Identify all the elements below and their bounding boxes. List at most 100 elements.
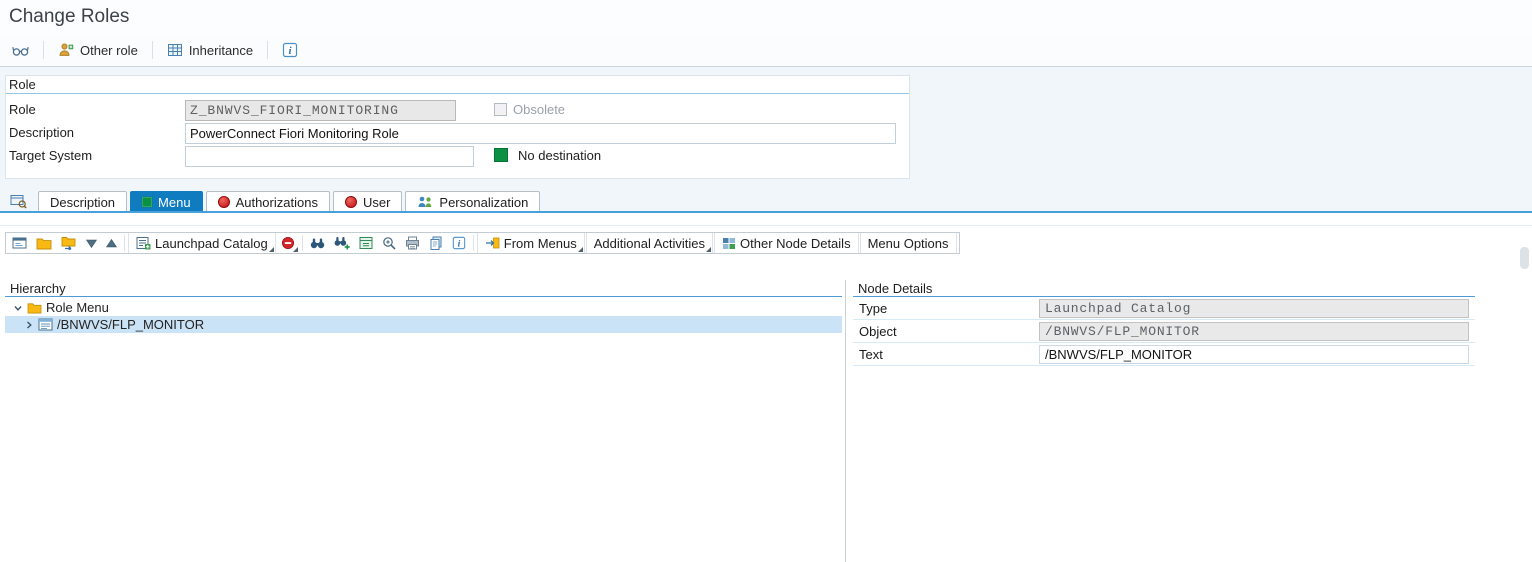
- node-info-button[interactable]: i: [448, 233, 470, 253]
- hierarchy-panel: Hierarchy Role Menu: [5, 280, 842, 562]
- node-detail-row-object: Object: [853, 320, 1475, 343]
- additional-activities-label: Additional Activities: [594, 236, 705, 251]
- tab-strip: Description Menu Authorizations User Per…: [5, 190, 540, 212]
- launchpad-catalog-button[interactable]: Launchpad Catalog: [128, 233, 276, 253]
- display-change-toggle-button[interactable]: [6, 37, 35, 63]
- role-menu-tree: Role Menu /BNWVS/FLP_MONITOR: [5, 297, 842, 333]
- print-icon: [405, 236, 420, 250]
- tree-node-label: Role Menu: [46, 300, 109, 315]
- tree-node-role-menu[interactable]: Role Menu: [5, 299, 842, 316]
- copy-icon: [429, 236, 443, 250]
- overview-tab-button[interactable]: [5, 191, 31, 212]
- catalog-plus-icon: [136, 236, 151, 250]
- copy-button[interactable]: [425, 233, 447, 253]
- move-node-up-icon: [106, 239, 117, 248]
- toolbar-separator: [152, 41, 153, 59]
- people-icon: [417, 195, 433, 209]
- zoom-in-button[interactable]: [378, 233, 400, 253]
- hierarchy-panel-header: Hierarchy: [5, 280, 842, 297]
- expand-all-icon: [359, 236, 373, 250]
- description-row: Description: [6, 122, 909, 144]
- expand-all-button[interactable]: [355, 233, 377, 253]
- title-bar: Change Roles: [0, 0, 1532, 34]
- toolbar-separator: [302, 235, 303, 251]
- print-button[interactable]: [401, 233, 424, 253]
- grid-icon: [722, 237, 736, 250]
- vertical-scrollbar-thumb[interactable]: [1520, 247, 1529, 269]
- role-row: Role Obsolete: [6, 99, 909, 121]
- role-field-label: Role: [9, 102, 36, 117]
- page-title: Change Roles: [9, 6, 129, 28]
- create-folder-button[interactable]: [32, 233, 56, 253]
- description-field-label: Description: [9, 125, 74, 140]
- other-node-details-button[interactable]: Other Node Details: [714, 233, 859, 253]
- find-button[interactable]: [306, 233, 329, 253]
- move-node-up-button[interactable]: [102, 233, 121, 253]
- red-status-icon: [218, 196, 230, 208]
- type-label: Type: [853, 301, 1039, 316]
- no-destination-status-icon: [494, 148, 508, 162]
- display-documentation-icon: [10, 194, 27, 209]
- object-input[interactable]: [1039, 322, 1469, 341]
- launchpad-catalog-label: Launchpad Catalog: [155, 236, 268, 251]
- chevron-right-icon[interactable]: [24, 320, 34, 330]
- toolbar-separator: [267, 41, 268, 59]
- other-role-label: Other role: [80, 43, 138, 58]
- role-input[interactable]: [185, 100, 456, 121]
- move-node-down-button[interactable]: [82, 233, 101, 253]
- inheritance-label: Inheritance: [189, 43, 253, 58]
- obsolete-label: Obsolete: [513, 102, 565, 117]
- tab-underline: [0, 211, 1532, 213]
- description-input[interactable]: [185, 123, 896, 144]
- other-node-details-label: Other Node Details: [740, 236, 851, 251]
- insert-folder-button[interactable]: [57, 233, 81, 253]
- find-next-button[interactable]: [330, 233, 354, 253]
- information-button[interactable]: i: [276, 37, 304, 63]
- tab-personalization[interactable]: Personalization: [405, 191, 540, 212]
- obsolete-checkbox[interactable]: [494, 103, 507, 116]
- text-label: Text: [853, 347, 1039, 362]
- target-system-field-label: Target System: [9, 148, 92, 163]
- menu-options-button[interactable]: Menu Options: [860, 233, 957, 253]
- toolbar-separator: [43, 41, 44, 59]
- text-input[interactable]: [1039, 345, 1469, 364]
- toolbar-separator: [473, 235, 474, 251]
- menu-tab-toolbar: Launchpad Catalog: [5, 232, 960, 254]
- tab-authorizations-label: Authorizations: [236, 195, 318, 210]
- other-role-button[interactable]: Other role: [52, 37, 144, 63]
- find-next-icon: [334, 236, 350, 250]
- chevron-down-icon[interactable]: [13, 303, 23, 313]
- svg-text:i: i: [457, 239, 460, 250]
- info-icon: i: [452, 236, 466, 250]
- panel-splitter[interactable]: [845, 280, 846, 562]
- tab-personalization-label: Personalization: [439, 195, 528, 210]
- additional-activities-button[interactable]: Additional Activities: [586, 233, 713, 253]
- no-destination-label: No destination: [518, 148, 601, 163]
- tree-node-label: /BNWVS/FLP_MONITOR: [57, 317, 204, 332]
- tab-description[interactable]: Description: [38, 191, 127, 212]
- delete-node-icon: [281, 236, 295, 250]
- green-status-icon: [142, 197, 152, 207]
- inheritance-icon: [167, 42, 183, 58]
- inheritance-button[interactable]: Inheritance: [161, 37, 259, 63]
- delete-node-button[interactable]: [277, 233, 299, 253]
- from-menus-label: From Menus: [504, 236, 577, 251]
- type-input[interactable]: [1039, 299, 1469, 318]
- tab-authorizations[interactable]: Authorizations: [206, 191, 330, 212]
- tab-user-label: User: [363, 195, 390, 210]
- content-divider-line: [0, 225, 1532, 226]
- tab-menu[interactable]: Menu: [130, 191, 203, 212]
- role-group-box: Role Role Obsolete Description Target Sy…: [5, 75, 910, 179]
- tab-user[interactable]: User: [333, 191, 402, 212]
- folder-icon: [36, 237, 52, 250]
- folder-icon: [27, 302, 42, 314]
- catalog-icon: [38, 318, 53, 331]
- glasses-icon: [12, 44, 29, 57]
- insert-transaction-button[interactable]: [8, 233, 31, 253]
- move-node-down-icon: [86, 239, 97, 248]
- find-icon: [310, 237, 325, 249]
- target-system-input[interactable]: [185, 146, 474, 167]
- from-menus-button[interactable]: From Menus: [477, 233, 585, 253]
- other-role-icon: [58, 42, 74, 58]
- tree-node-catalog[interactable]: /BNWVS/FLP_MONITOR: [5, 316, 842, 333]
